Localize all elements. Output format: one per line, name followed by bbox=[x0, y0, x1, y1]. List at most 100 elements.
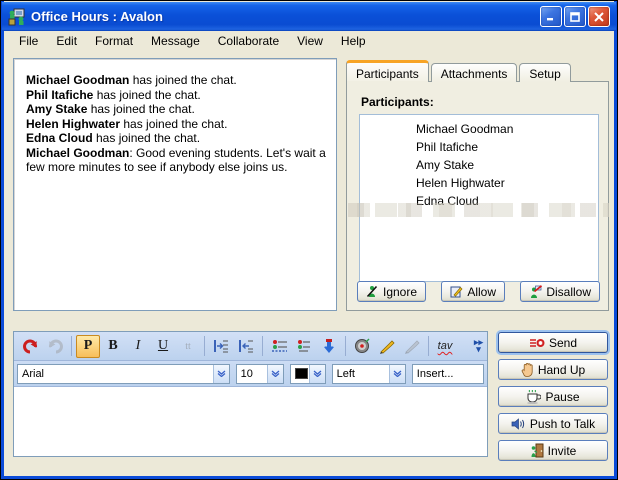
chat-message: Helen Highwater has joined the chat. bbox=[26, 117, 326, 132]
teletype-button[interactable]: tt bbox=[176, 335, 200, 358]
chat-author: Helen Highwater bbox=[26, 117, 120, 131]
outdent-button[interactable] bbox=[234, 335, 258, 358]
pointer-pen-disabled-button[interactable] bbox=[400, 335, 424, 358]
chat-author: Edna Cloud bbox=[26, 131, 93, 145]
insert-select[interactable]: Insert... bbox=[412, 364, 484, 384]
insert-list-button[interactable] bbox=[292, 335, 316, 358]
scroll-to-end-button[interactable] bbox=[317, 335, 341, 358]
toolbar-overflow-button[interactable]: ▸▸ ▾ bbox=[474, 339, 483, 353]
invite-label: Invite bbox=[548, 444, 577, 458]
ignore-user-icon bbox=[366, 285, 379, 298]
chat-author: Phil Itafiche bbox=[26, 88, 93, 102]
menu-edit[interactable]: Edit bbox=[48, 32, 85, 50]
toolbar-separator bbox=[345, 336, 346, 356]
send-icon bbox=[529, 337, 545, 349]
font-family-value: Arial bbox=[18, 368, 213, 380]
hand-up-button[interactable]: Hand Up bbox=[498, 359, 608, 380]
ignore-label: Ignore bbox=[383, 285, 417, 299]
chat-transcript[interactable]: Michael Goodman has joined the chat. Phi… bbox=[13, 58, 337, 311]
spellcheck-button[interactable]: tav bbox=[433, 335, 457, 358]
minimize-button[interactable] bbox=[540, 6, 562, 27]
office-hours-window: Office Hours : Avalon File Edit Format M… bbox=[0, 0, 618, 480]
coffee-cup-icon bbox=[526, 390, 541, 404]
alignment-value: Left bbox=[333, 368, 389, 380]
chat-text: has joined the chat. bbox=[93, 131, 200, 145]
app-icon[interactable] bbox=[8, 8, 26, 26]
indent-button[interactable] bbox=[209, 335, 233, 358]
chat-message: Amy Stake has joined the chat. bbox=[26, 102, 326, 117]
font-size-select[interactable]: 10 bbox=[236, 364, 285, 384]
italic-button[interactable]: I bbox=[126, 335, 150, 358]
chat-text: has joined the chat. bbox=[87, 102, 194, 116]
tab-attachments[interactable]: Attachments bbox=[431, 63, 518, 82]
maximize-button[interactable] bbox=[564, 6, 586, 27]
close-button[interactable] bbox=[588, 6, 610, 27]
door-person-icon bbox=[530, 443, 544, 458]
format-toolbar: P B I U tt tav ▸▸ ▾ bbox=[14, 332, 487, 361]
toolbar-separator bbox=[428, 336, 429, 356]
message-composer: P B I U tt tav ▸▸ ▾ Arial bbox=[13, 331, 488, 457]
push-to-talk-button[interactable]: Push to Talk bbox=[498, 413, 608, 434]
menu-view[interactable]: View bbox=[289, 32, 331, 50]
font-family-select[interactable]: Arial bbox=[17, 364, 230, 384]
alignment-select[interactable]: Left bbox=[332, 364, 406, 384]
menu-format[interactable]: Format bbox=[87, 32, 141, 50]
font-toolbar: Arial 10 Left Insert... bbox=[14, 361, 487, 387]
chat-author: Amy Stake bbox=[26, 102, 87, 116]
window-title: Office Hours : Avalon bbox=[31, 9, 540, 24]
tab-participants[interactable]: Participants bbox=[346, 60, 429, 82]
undo-button[interactable] bbox=[18, 335, 42, 358]
toolbar-separator bbox=[71, 336, 72, 356]
menu-file[interactable]: File bbox=[11, 32, 46, 50]
hand-up-label: Hand Up bbox=[538, 363, 585, 377]
chat-text: has joined the chat. bbox=[129, 73, 236, 87]
plain-text-button[interactable]: P bbox=[76, 335, 100, 358]
chat-message: Phil Itafiche has joined the chat. bbox=[26, 88, 326, 103]
toolbar-separator bbox=[204, 336, 205, 356]
underline-button[interactable]: U bbox=[151, 335, 175, 358]
whiteboard-target-button[interactable] bbox=[350, 335, 374, 358]
menu-message[interactable]: Message bbox=[143, 32, 208, 50]
color-swatch bbox=[295, 368, 308, 379]
dropdown-arrow-icon[interactable] bbox=[213, 365, 229, 383]
raised-hand-icon bbox=[521, 363, 534, 377]
chat-message: Michael Goodman has joined the chat. bbox=[26, 73, 326, 88]
insert-value: Insert... bbox=[413, 368, 483, 380]
invite-button[interactable]: Invite bbox=[498, 440, 608, 461]
chat-text: has joined the chat. bbox=[93, 88, 200, 102]
chat-message: Michael Goodman: Good evening students. … bbox=[26, 146, 326, 175]
ignore-button[interactable]: Ignore bbox=[357, 281, 426, 302]
send-button[interactable]: Send bbox=[498, 332, 608, 353]
tab-setup[interactable]: Setup bbox=[519, 63, 570, 82]
allow-button[interactable]: Allow bbox=[441, 281, 505, 302]
chat-author: Michael Goodman bbox=[26, 146, 129, 160]
dropdown-arrow-icon[interactable] bbox=[389, 365, 405, 383]
bold-button[interactable]: B bbox=[101, 335, 125, 358]
message-input[interactable] bbox=[14, 387, 487, 456]
dropdown-arrow-icon[interactable] bbox=[309, 365, 325, 383]
font-color-select[interactable] bbox=[290, 364, 325, 384]
speaker-icon bbox=[511, 418, 526, 430]
message-input-area bbox=[14, 387, 487, 456]
menu-help[interactable]: Help bbox=[333, 32, 374, 50]
title-bar[interactable]: Office Hours : Avalon bbox=[2, 2, 616, 31]
pause-label: Pause bbox=[545, 390, 579, 404]
toolbar-separator bbox=[262, 336, 263, 356]
menu-collaborate[interactable]: Collaborate bbox=[210, 32, 287, 50]
right-panel-tabs: Participants Attachments Setup bbox=[346, 60, 571, 82]
chevron-down-icon: ▾ bbox=[476, 346, 481, 353]
font-size-value: 10 bbox=[237, 368, 268, 380]
send-label: Send bbox=[549, 336, 577, 350]
pause-button[interactable]: Pause bbox=[498, 386, 608, 407]
allow-edit-icon bbox=[450, 285, 463, 298]
insert-rule-button[interactable] bbox=[267, 335, 291, 358]
chat-message: Edna Cloud has joined the chat. bbox=[26, 131, 326, 146]
chat-text: has joined the chat. bbox=[120, 117, 227, 131]
push-to-talk-label: Push to Talk bbox=[530, 417, 595, 431]
participants-heading: Participants: bbox=[361, 95, 434, 109]
chat-author: Michael Goodman bbox=[26, 73, 129, 87]
allow-label: Allow bbox=[467, 285, 496, 299]
pointer-pen-button[interactable] bbox=[375, 335, 399, 358]
redo-button[interactable] bbox=[43, 335, 67, 358]
dropdown-arrow-icon[interactable] bbox=[267, 365, 283, 383]
